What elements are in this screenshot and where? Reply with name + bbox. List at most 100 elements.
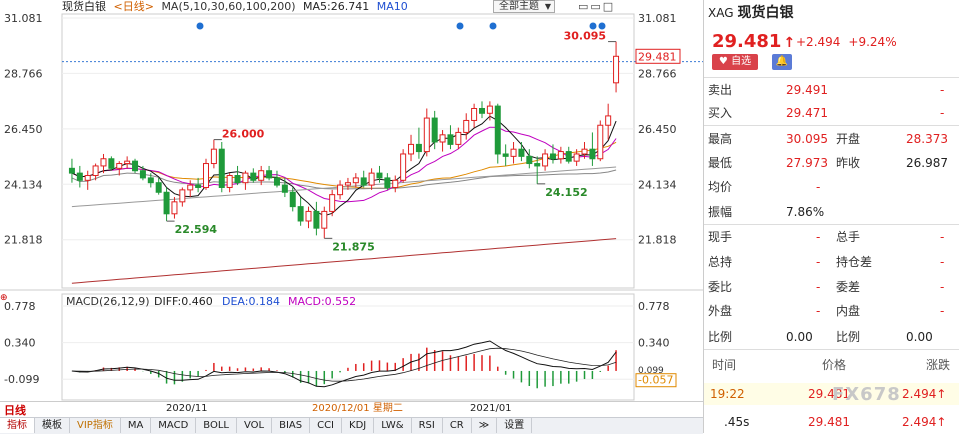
candle-body [494,105,501,155]
tab-lw[interactable]: LW& [374,418,412,433]
candle-body [289,191,296,208]
candle-body [250,172,257,181]
quote-field-label: 总持 [708,255,733,269]
tab-vol[interactable]: VOL [237,418,273,433]
add-watchlist-button[interactable]: ♥ 自选 [712,54,758,70]
tab-settings[interactable]: 设置 [497,418,533,433]
alert-button[interactable]: 🔔 [772,54,792,70]
candle-body [408,143,415,155]
candle-body [155,182,162,193]
quote-field-label: 开盘 [836,132,861,146]
y-tick-label: 24.134 [4,178,43,191]
macd-panel-frame [61,293,635,401]
x-label-dec-cursor: 2020/12/01 星期二 [312,403,403,414]
candle-body [187,184,194,191]
tab-more[interactable]: ≫ [472,418,498,433]
candle-body [281,184,288,193]
candle-body [163,191,170,215]
candle-body [273,177,280,186]
tab-cci[interactable]: CCI [310,418,343,433]
tick-header-change: 涨跌 [926,358,951,372]
candle-body [455,131,462,145]
quote-field-label: 比例 [708,330,733,344]
quote-field-label: 外盘 [708,304,733,318]
quote-field-value: - [816,255,821,269]
candle-body [439,134,446,143]
quote-field-value: 27.973 [786,156,828,170]
period-selector[interactable]: <日线> [114,0,154,13]
macd-label: MACD(26,12,9) [66,295,150,308]
candle-body [147,177,154,184]
candle-body [329,194,336,212]
candle-body [68,167,75,174]
tab-template[interactable]: 模板 [35,418,70,433]
quote-row: 最高 30.095 开盘 28.373 [704,128,959,150]
price-annotation: 22.594 [175,223,218,236]
quote-field-label: 委差 [836,280,861,294]
x-label-jan: 2021/01 [470,403,512,414]
quote-field-value: - [940,106,945,120]
candle-body [171,201,178,215]
change-value: +2.494 [796,35,841,49]
candle-body [266,170,273,179]
tab-rsi[interactable]: RSI [412,418,443,433]
instrument-title: 现货白银 [62,0,106,13]
candle-body [210,148,217,165]
candle-body [415,143,422,153]
price-annotation: 30.095 [564,30,606,43]
candle-body [195,184,202,188]
quote-field-label: 比例 [836,330,861,344]
tab-bias[interactable]: BIAS [272,418,311,433]
chevron-down-icon: ▼ [544,2,551,11]
y-tick-label-right: 24.134 [638,178,677,191]
tab-cr[interactable]: CR [443,418,472,433]
crosshair-icon: ⊕ [0,293,8,303]
last-price-value: 29.481 [712,31,782,52]
price-annotation: 21.875 [332,240,374,253]
macd-dif-value: DIFF:0.460 [154,295,213,308]
quote-row: 卖出 29.491 - [704,79,959,101]
period-tag[interactable]: 日线 [4,402,26,418]
quote-field-value: - [816,180,821,194]
candle-body [518,148,525,157]
tick-change: 2.494↑ [902,387,947,401]
candle-body [392,179,399,188]
tick-row: .45s 29.481 2.494↑ [704,411,959,433]
kline-chart-svg[interactable]: 31.081 31.081 28.766 28.766 26.450 26.450 24.1… [0,0,703,433]
event-dot [456,22,464,30]
y-tick-label-right: 31.081 [638,12,677,25]
tick-price: 29.481 [808,415,850,429]
divider [704,349,959,350]
tab-boll[interactable]: BOLL [196,418,237,433]
macd-tick-label-right: 0.778 [638,300,670,313]
tab-vip-indicator[interactable]: VIP指标 [70,418,121,433]
tab-ma[interactable]: MA [121,418,152,433]
candle-body [179,189,186,203]
window-buttons[interactable]: ▭▭□ [578,0,615,13]
tick-header-time: 时间 [712,358,737,372]
tab-indicator[interactable]: 指标 [0,418,35,433]
candle-body [557,151,564,160]
kline-chart-area[interactable]: 31.081 31.081 28.766 28.766 26.450 26.450 24.1… [0,0,703,434]
theme-dropdown-label: 全部主题 [499,1,539,12]
quote-field-label: 买入 [708,106,733,120]
quote-field-label: 振幅 [708,205,733,219]
candle-body [581,148,588,155]
candle-body [321,210,328,229]
quote-field-value: - [940,255,945,269]
quote-field-value: - [816,304,821,318]
price-change: +2.494 +9.24% [796,35,905,49]
candle-body [423,117,430,153]
macd-tag: -0.057 [638,374,673,387]
candle-body [510,148,517,157]
quote-code: XAG [708,6,734,20]
theme-dropdown[interactable]: 全部主题 ▼ [493,0,555,13]
quote-field-label: 持仓差 [836,255,873,269]
tab-kdj[interactable]: KDJ [342,418,375,433]
tab-macd[interactable]: MACD [151,418,197,433]
quote-field-value: 7.86% [786,205,825,219]
quote-field-label: 均价 [708,180,733,194]
candle-body [218,148,225,188]
quote-row: 买入 29.471 - [704,102,959,124]
y-tick-label: 26.450 [4,123,43,136]
